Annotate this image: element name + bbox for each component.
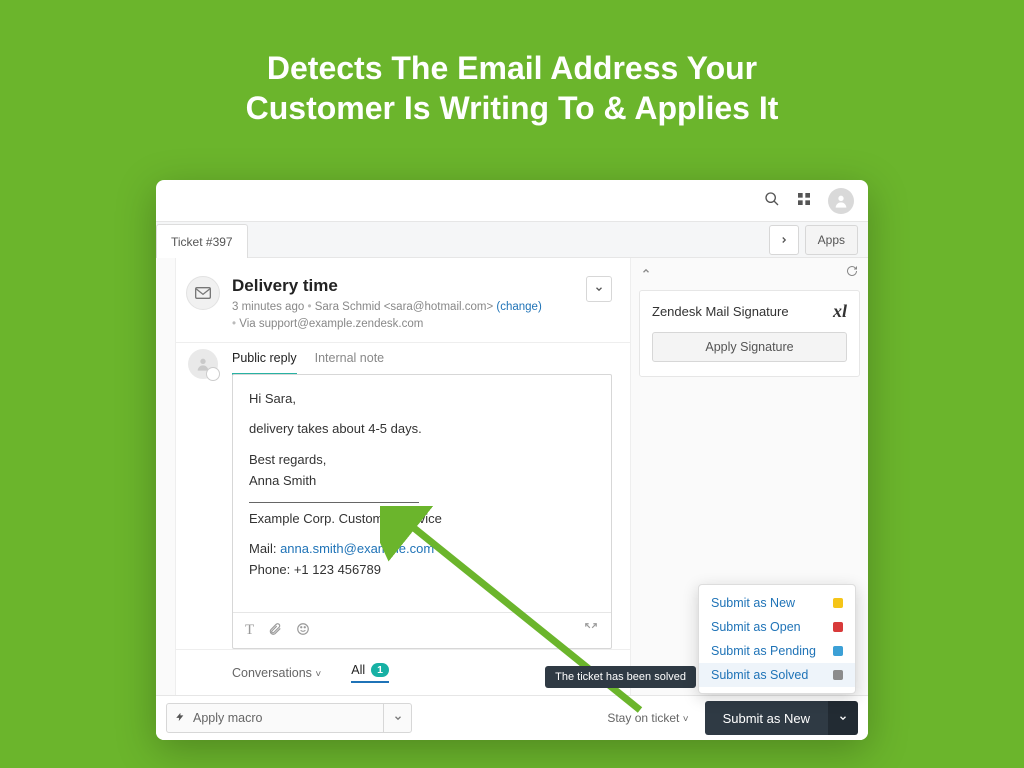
app-window: Ticket #397 Apps Delivery time 3 minutes… xyxy=(156,180,868,740)
conversations-all-tab[interactable]: All 1 xyxy=(351,663,389,683)
change-requester-link[interactable]: (change) xyxy=(496,301,541,313)
ticket-meta: 3 minutes ago • Sara Schmid <sara@hotmai… xyxy=(232,299,574,334)
submit-as-new[interactable]: Submit as New xyxy=(699,591,855,615)
apps-button[interactable]: Apps xyxy=(805,225,858,255)
left-panel-sliver xyxy=(156,258,176,695)
stay-on-ticket-dropdown[interactable]: Stay on ticket ˅ xyxy=(607,711,688,725)
apply-macro-dropdown[interactable]: Apply macro xyxy=(166,703,412,733)
mail-icon xyxy=(186,276,220,310)
promo-heading: Detects The Email Address Your Customer … xyxy=(0,0,1024,128)
conversations-count-badge: 1 xyxy=(371,663,389,677)
apps-grid-icon[interactable] xyxy=(796,191,812,210)
editor-signoff: Best regards, xyxy=(249,450,595,471)
ticket-via-prefix: Via xyxy=(239,318,259,330)
apply-signature-button[interactable]: Apply Signature xyxy=(652,332,847,362)
chevron-down-icon[interactable] xyxy=(383,704,411,732)
ticket-title: Delivery time xyxy=(232,276,574,296)
reply-tabs: Public reply Internal note xyxy=(232,343,612,375)
bolt-icon xyxy=(167,710,193,727)
signature-panel: Zendesk Mail Signature xl Apply Signatur… xyxy=(639,290,860,377)
profile-avatar[interactable] xyxy=(828,188,854,214)
editor-phone-value: +1 123 456789 xyxy=(294,562,381,577)
submit-as-pending[interactable]: Submit as Pending xyxy=(699,639,855,663)
search-icon[interactable] xyxy=(764,191,780,210)
reply-block: Public reply Internal note Hi Sara, deli… xyxy=(176,343,630,650)
tabbar: Ticket #397 Apps xyxy=(156,222,868,258)
emoji-icon[interactable] xyxy=(296,622,310,639)
editor-mail-label: Mail: xyxy=(249,541,280,556)
submit-as-solved[interactable]: Submit as Solved xyxy=(699,663,855,687)
editor-agent-name: Anna Smith xyxy=(249,471,595,492)
reply-editor[interactable]: Hi Sara, delivery takes about 4-5 days. … xyxy=(232,374,612,650)
reply-editor-body[interactable]: Hi Sara, delivery takes about 4-5 days. … xyxy=(233,375,611,613)
promo-line1: Detects The Email Address Your xyxy=(267,50,757,86)
status-color-open xyxy=(833,622,843,632)
topbar xyxy=(156,180,868,222)
promo-line2: Customer Is Writing To & Applies It xyxy=(246,90,779,126)
main-pane: Delivery time 3 minutes ago • Sara Schmi… xyxy=(176,258,630,695)
text-format-icon[interactable]: T xyxy=(245,622,254,639)
editor-toolbar: T xyxy=(233,612,611,648)
sidebar-refresh-icon[interactable] xyxy=(846,265,858,280)
signature-logo-icon: xl xyxy=(833,301,847,322)
editor-body-text: delivery takes about 4-5 days. xyxy=(249,419,595,440)
ticket-header: Delivery time 3 minutes ago • Sara Schmi… xyxy=(176,258,630,343)
bottom-bar: Apply macro Stay on ticket ˅ Submit as N… xyxy=(156,696,868,740)
status-color-pending xyxy=(833,646,843,656)
solved-tooltip: The ticket has been solved xyxy=(545,666,696,688)
submit-status-menu: Submit as New Submit as Open Submit as P… xyxy=(698,584,856,694)
editor-phone-label: Phone: xyxy=(249,562,294,577)
ticket-via-email: support@example.zendesk.com xyxy=(259,318,423,330)
signature-divider xyxy=(249,502,419,503)
agent-avatar xyxy=(188,349,218,379)
ticket-tab[interactable]: Ticket #397 xyxy=(156,224,248,258)
tab-public-reply[interactable]: Public reply xyxy=(232,351,297,375)
collapse-header-button[interactable] xyxy=(586,276,612,302)
editor-mail-value[interactable]: anna.smith@example.com xyxy=(280,541,434,556)
submit-button[interactable]: Submit as New xyxy=(705,701,828,735)
editor-greeting: Hi Sara, xyxy=(249,389,595,410)
status-color-new xyxy=(833,598,843,608)
signature-panel-title: Zendesk Mail Signature xyxy=(652,304,789,319)
editor-company-line: Example Corp. Customer Service xyxy=(249,509,595,530)
submit-dropdown-toggle[interactable] xyxy=(828,701,858,735)
sidebar-collapse-icon[interactable] xyxy=(641,265,651,279)
expand-editor-icon[interactable] xyxy=(583,622,599,639)
next-tab-button[interactable] xyxy=(769,225,799,255)
status-color-solved xyxy=(833,670,843,680)
submit-as-open[interactable]: Submit as Open xyxy=(699,615,855,639)
conversations-dropdown[interactable]: Conversations ˅ xyxy=(232,666,321,680)
tab-internal-note[interactable]: Internal note xyxy=(315,351,385,375)
ticket-sender: Sara Schmid <sara@hotmail.com> xyxy=(315,301,494,313)
ticket-time: 3 minutes ago xyxy=(232,301,304,313)
attachment-icon[interactable] xyxy=(268,622,282,639)
